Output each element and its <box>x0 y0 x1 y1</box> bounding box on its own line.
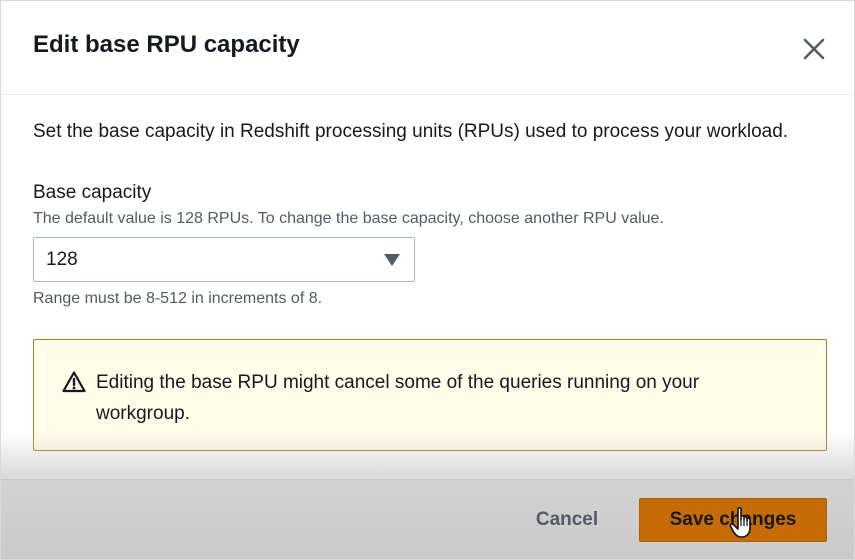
edit-base-rpu-modal: Edit base RPU capacity Set the base capa… <box>0 0 855 560</box>
modal-title: Edit base RPU capacity <box>33 31 300 58</box>
alert-text: Editing the base RPU might cancel some o… <box>96 372 700 424</box>
warning-icon <box>62 371 86 393</box>
caret-down-icon <box>384 254 400 266</box>
modal-description: Set the base capacity in Redshift proces… <box>33 121 789 142</box>
close-icon <box>803 38 825 60</box>
base-capacity-description: The default value is 128 RPUs. To change… <box>33 210 664 227</box>
base-capacity-label: Base capacity <box>33 182 152 203</box>
close-button[interactable] <box>801 36 827 62</box>
selected-value: 128 <box>46 249 78 270</box>
cancel-button[interactable]: Cancel <box>519 498 615 542</box>
save-changes-button[interactable]: Save changes <box>639 498 827 542</box>
base-capacity-select[interactable]: 128 <box>33 237 415 282</box>
warning-alert: Editing the base RPU might cancel some o… <box>33 339 827 451</box>
constraint-text: Range must be 8-512 in increments of 8. <box>33 290 323 307</box>
modal-footer: Cancel Save changes <box>1 479 854 559</box>
modal-header: Edit base RPU capacity <box>1 1 854 95</box>
